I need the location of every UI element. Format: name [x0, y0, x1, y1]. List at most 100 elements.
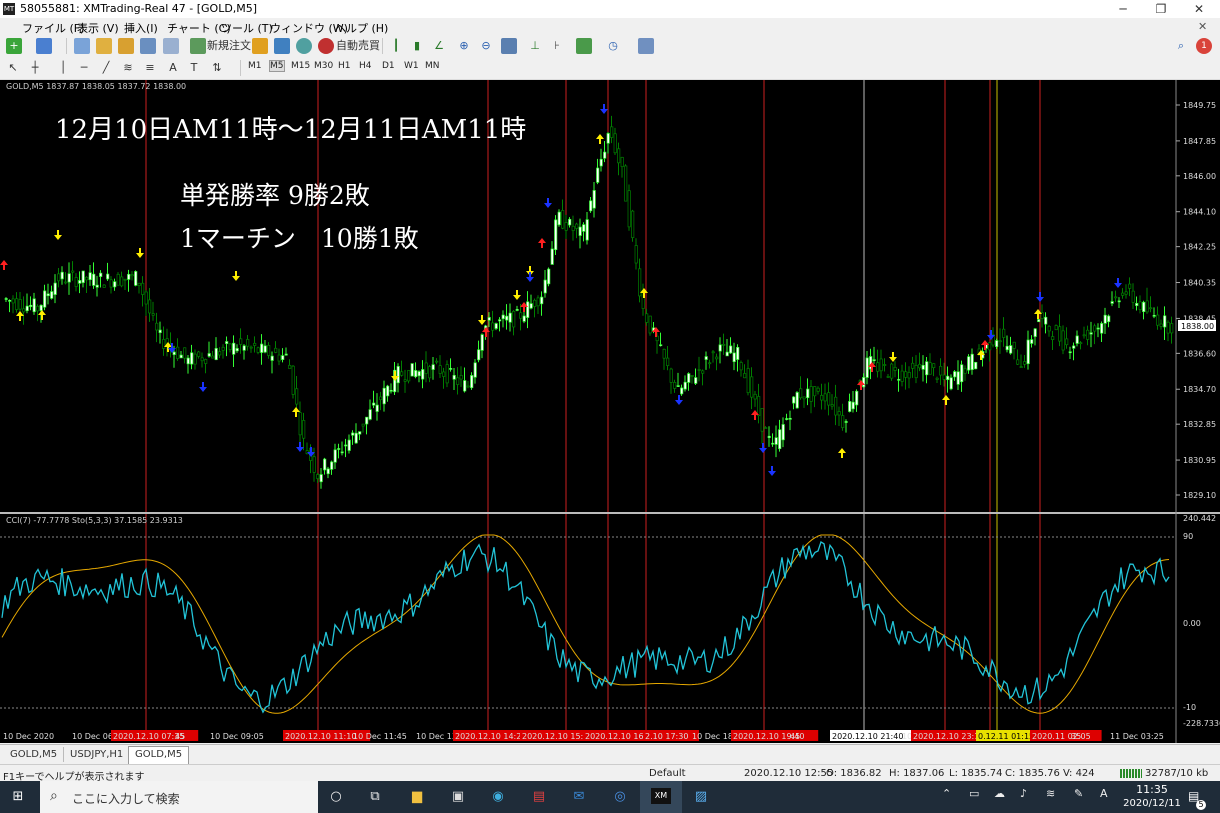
minimize-button[interactable]: ─ [1106, 0, 1140, 18]
timeframe-w1[interactable]: W1 [404, 61, 419, 71]
indicator-info: CCI(7) -77.7778 Sto(5,3,3) 37.1585 23.93… [6, 516, 183, 525]
tray-pen-icon[interactable]: ✎ [1074, 787, 1083, 800]
new-order-button[interactable]: 新規注文 [207, 38, 251, 54]
mt4-taskbar-active[interactable]: XM [640, 781, 682, 813]
strategy-tester-icon[interactable] [163, 38, 179, 54]
menu-insert[interactable]: 挿入(I) [124, 20, 158, 36]
cortana-icon[interactable]: ○ [326, 788, 346, 806]
notification-badge[interactable]: 1 [1196, 38, 1212, 54]
tab-gold-m5[interactable]: GOLD,M5 [4, 747, 65, 762]
mdi-close-icon[interactable]: ✕ [1198, 20, 1207, 33]
timeframe-m15[interactable]: M15 [291, 61, 310, 71]
new-chart-icon[interactable]: + [6, 38, 22, 54]
news-icon[interactable]: ▤ [529, 788, 549, 806]
signal-arrow [942, 395, 950, 405]
channel-icon[interactable]: ≋ [121, 60, 135, 76]
auto-trading-icon[interactable] [318, 38, 334, 54]
timeframe-d1[interactable]: D1 [382, 61, 395, 71]
templates-icon[interactable] [638, 38, 654, 54]
new-order-icon[interactable] [190, 38, 206, 54]
tray-ime-icon[interactable]: A [1100, 787, 1108, 800]
candle-body [67, 273, 71, 283]
signals-icon[interactable] [296, 38, 312, 54]
close-button[interactable]: ✕ [1182, 0, 1216, 18]
zoom-out-icon[interactable]: ⊖ [479, 38, 493, 54]
tray-wifi-icon[interactable]: ≋ [1046, 787, 1055, 800]
tab-usdjpy-h1[interactable]: USDJPY,H1 [64, 747, 131, 762]
file-explorer-icon[interactable]: ▆ [407, 788, 427, 806]
timeframe-m30[interactable]: M30 [314, 61, 333, 71]
photos-icon[interactable]: ▨ [691, 788, 711, 806]
profiles-icon[interactable] [36, 38, 52, 54]
data-window-icon[interactable] [96, 38, 112, 54]
candle-body [967, 356, 971, 371]
crosshair-icon[interactable]: ┼ [28, 60, 42, 76]
signal-arrow [199, 382, 207, 392]
windows-start-icon[interactable]: ⊞ [8, 788, 28, 806]
vertical-line-icon[interactable]: │ [56, 60, 70, 76]
chart-window[interactable]: GOLD,M5 1837.87 1838.05 1837.72 1838.00 … [0, 80, 1220, 743]
bar-chart-icon[interactable]: ┃ [389, 38, 403, 54]
price-label: 1849.75 [1183, 101, 1216, 110]
clock-date[interactable]: 2020/12/11 [1120, 798, 1184, 809]
timeframe-m5[interactable]: M5 [269, 60, 285, 72]
zoom-in-icon[interactable]: ⊕ [457, 38, 471, 54]
terminal-icon[interactable] [140, 38, 156, 54]
clock-time[interactable]: 11:35 [1124, 783, 1180, 796]
horizontal-line-icon[interactable]: ─ [77, 60, 91, 76]
fibonacci-icon[interactable]: ≡ [143, 60, 157, 76]
task-view-icon[interactable]: ⧉ [365, 788, 385, 806]
candle-body [942, 374, 946, 380]
candle-body [298, 412, 302, 436]
chart-shift-icon[interactable]: ⊦ [550, 38, 564, 54]
periods-icon[interactable]: ◷ [606, 38, 620, 54]
signal-arrow [596, 134, 604, 144]
timeframe-mn[interactable]: MN [425, 61, 440, 71]
tab-gold-m5-active[interactable]: GOLD,M5 [128, 746, 190, 764]
text-icon[interactable]: A [166, 60, 180, 76]
price-chart[interactable]: GOLD,M5 1837.87 1838.05 1837.72 1838.00 … [0, 80, 1220, 743]
candle-body [512, 311, 516, 328]
chrome-icon[interactable]: ◎ [610, 788, 630, 806]
arrows-icon[interactable]: ⇅ [210, 60, 224, 76]
menu-tools[interactable]: ツール (T) [221, 20, 273, 36]
candle-body [158, 329, 162, 334]
signal-arrow [600, 104, 608, 114]
store-icon[interactable]: ▣ [448, 788, 468, 806]
candle-body [267, 345, 271, 356]
tray-device-icon[interactable]: ▭ [969, 787, 979, 800]
market-watch-icon[interactable] [74, 38, 90, 54]
candle-body [32, 298, 36, 313]
restore-button[interactable]: ❐ [1144, 0, 1178, 18]
indicators-icon[interactable] [576, 38, 592, 54]
trendline-icon[interactable]: ╱ [99, 60, 113, 76]
menu-help[interactable]: ヘルプ (H) [335, 20, 388, 36]
timeframe-m1[interactable]: M1 [248, 61, 262, 71]
auto-scroll-icon[interactable]: ⊥ [528, 38, 542, 54]
mail-icon[interactable]: ✉ [569, 788, 589, 806]
tray-chevron-icon[interactable]: ⌃ [942, 787, 951, 800]
edge-icon[interactable]: ◉ [488, 788, 508, 806]
candlestick-icon[interactable]: ▮ [410, 38, 424, 54]
metaeditor-icon[interactable] [252, 38, 268, 54]
candle-body [330, 461, 334, 470]
tray-volume-icon[interactable]: ♪ [1020, 787, 1027, 800]
candle-body [456, 377, 460, 385]
menu-view[interactable]: 表示 (V) [77, 20, 119, 36]
candle-body [648, 315, 652, 334]
line-chart-icon[interactable]: ∠ [432, 38, 446, 54]
timeframe-h1[interactable]: H1 [338, 61, 351, 71]
text-label-icon[interactable]: T [187, 60, 201, 76]
tray-network-error-icon[interactable]: ☁ [994, 787, 1005, 800]
community-icon[interactable] [274, 38, 290, 54]
taskbar-search[interactable]: ⌕ ここに入力して検索 [40, 781, 318, 813]
cursor-icon[interactable]: ↖ [6, 60, 20, 76]
menu-file[interactable]: ファイル (F) [22, 20, 84, 36]
candle-body [1082, 334, 1086, 337]
auto-trading-button[interactable]: 自動売買 [336, 38, 380, 54]
timeframe-h4[interactable]: H4 [359, 61, 372, 71]
navigator-icon[interactable] [118, 38, 134, 54]
search-icon[interactable]: ⌕ [1174, 38, 1188, 54]
tile-windows-icon[interactable] [501, 38, 517, 54]
candle-body [435, 360, 439, 363]
